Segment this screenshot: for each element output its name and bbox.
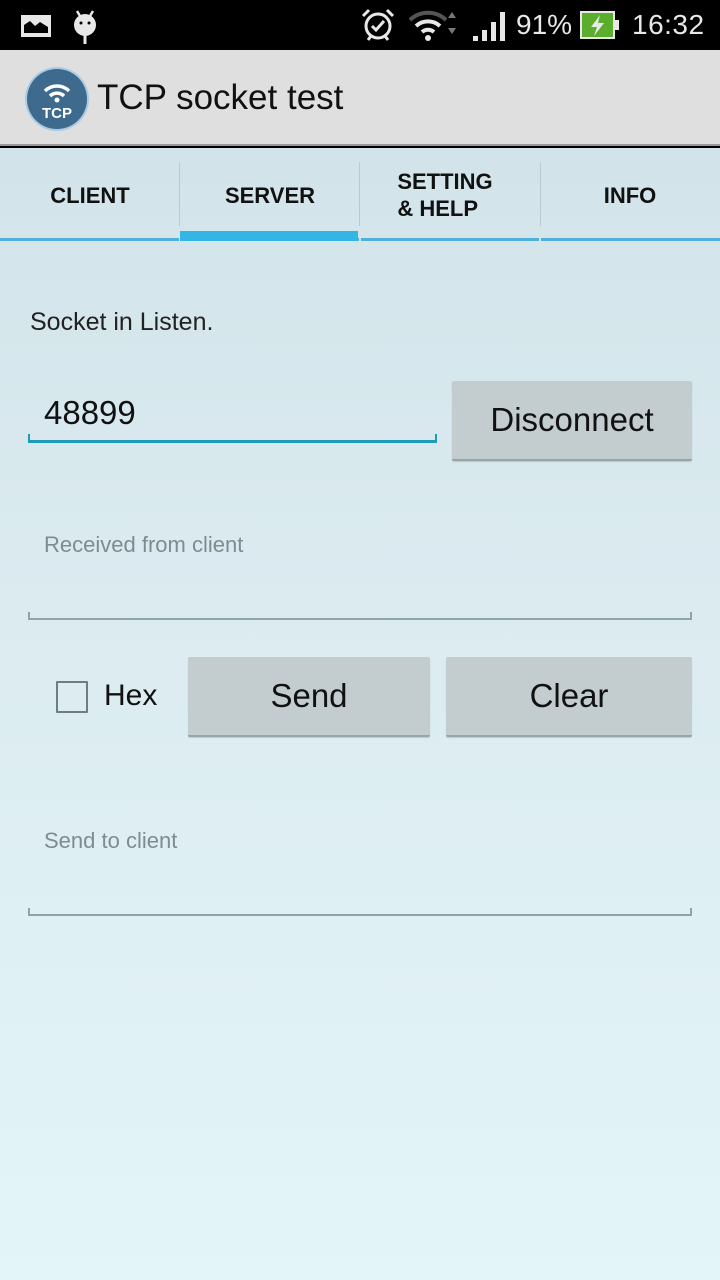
tab-bar: CLIENT SERVER SETTING & HELP INFO bbox=[0, 148, 720, 242]
send-button[interactable]: Send bbox=[188, 657, 430, 737]
battery-percent: 91% bbox=[516, 9, 573, 40]
clear-button[interactable]: Clear bbox=[446, 657, 692, 737]
hex-checkbox[interactable] bbox=[56, 681, 88, 713]
send-underline bbox=[28, 908, 692, 916]
hex-label[interactable]: Hex bbox=[104, 679, 157, 713]
app-logo-text: TCP bbox=[42, 105, 72, 122]
action-bar: TCP TCP socket test bbox=[0, 50, 720, 146]
status-bar: 91% 16:32 bbox=[0, 0, 720, 50]
tab-setting-help[interactable]: SETTING & HELP bbox=[360, 148, 540, 242]
app-logo-icon: TCP bbox=[27, 69, 87, 129]
socket-status-text: Socket in Listen. bbox=[30, 308, 214, 336]
tab-label: CLIENT bbox=[50, 182, 130, 208]
signal-icon bbox=[472, 0, 508, 50]
tab-label: SERVER bbox=[224, 182, 316, 208]
tab-label: INFO bbox=[603, 182, 657, 208]
disconnect-button[interactable]: Disconnect bbox=[452, 381, 692, 461]
gallery-notification-icon bbox=[20, 0, 52, 50]
tab-gap bbox=[539, 238, 541, 241]
app-title: TCP socket test bbox=[97, 78, 344, 117]
tab-client[interactable]: CLIENT bbox=[0, 148, 180, 242]
tab-server[interactable]: SERVER bbox=[180, 148, 360, 242]
send-textarea[interactable] bbox=[28, 816, 692, 906]
received-field bbox=[28, 520, 692, 620]
port-input-underline bbox=[28, 434, 437, 443]
received-underline bbox=[28, 612, 692, 620]
port-field bbox=[28, 383, 437, 443]
alarm-icon bbox=[360, 0, 396, 50]
selected-tab-indicator bbox=[180, 231, 358, 241]
send-field bbox=[28, 816, 692, 916]
tab-label: SETTING & HELP bbox=[397, 169, 493, 221]
server-page: CLIENT SERVER SETTING & HELP INFO Socket… bbox=[0, 148, 720, 1280]
wifi-icon bbox=[408, 0, 460, 50]
port-input[interactable] bbox=[28, 383, 437, 439]
battery-charging-icon bbox=[580, 0, 620, 50]
tab-gap bbox=[359, 238, 361, 241]
clock-time: 16:32 bbox=[632, 9, 705, 40]
tab-info[interactable]: INFO bbox=[540, 148, 720, 242]
received-textarea[interactable] bbox=[28, 520, 692, 610]
android-debug-icon bbox=[72, 0, 98, 50]
